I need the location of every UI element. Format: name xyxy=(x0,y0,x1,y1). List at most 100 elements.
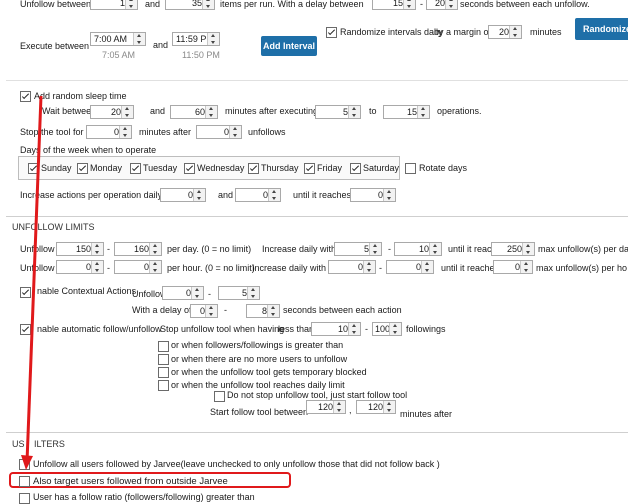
stepper-arrows-icon[interactable] xyxy=(383,189,395,201)
stepper-arrows-icon[interactable] xyxy=(429,243,441,255)
randomize-button[interactable]: Randomize N xyxy=(575,18,628,40)
per-day-max-stepper[interactable]: 160 xyxy=(114,242,162,256)
day-label-friday: Friday xyxy=(317,163,343,173)
minutes-after-label: minutes after xyxy=(139,127,192,137)
stepper-arrows-icon[interactable] xyxy=(91,261,103,273)
af-max-stepper[interactable]: 100 xyxy=(372,322,402,336)
stepper-arrows-icon[interactable] xyxy=(417,106,429,118)
ctx-delay-min-stepper[interactable]: 0 xyxy=(190,304,218,318)
stepper-arrows-icon[interactable] xyxy=(267,305,279,317)
stepper-arrows-icon[interactable] xyxy=(522,243,534,255)
stepper-arrows-icon[interactable] xyxy=(205,106,217,118)
unfollow-all-jarvee-checkbox[interactable] xyxy=(19,459,30,470)
af-min-stepper[interactable]: 10 xyxy=(311,322,361,336)
day-checkbox-sunday[interactable] xyxy=(28,163,39,174)
stepper-arrows-icon[interactable] xyxy=(421,261,433,273)
stepper-arrows-icon[interactable] xyxy=(363,261,375,273)
stepper-arrows-icon[interactable] xyxy=(445,0,457,9)
margin-stepper[interactable]: 20 xyxy=(488,25,522,39)
ctx-min-stepper[interactable]: 0 xyxy=(162,286,204,300)
stop-unfollows-stepper[interactable]: 0 xyxy=(196,125,242,139)
rotate-days-checkbox[interactable] xyxy=(405,163,416,174)
wait-max-stepper[interactable]: 60 xyxy=(170,105,218,119)
stepper-arrows-icon[interactable] xyxy=(383,401,395,413)
day-checkbox-friday[interactable] xyxy=(304,163,315,174)
contextual-actions-label: nable Contextual Actions xyxy=(37,286,137,296)
time-spinner-icon[interactable] xyxy=(133,33,145,45)
per-hour-inc-b-stepper[interactable]: 0 xyxy=(386,260,434,274)
stepper-arrows-icon[interactable] xyxy=(348,323,360,335)
auto-follow-unfollow-checkbox[interactable] xyxy=(20,324,31,335)
day-checkbox-monday[interactable] xyxy=(77,163,88,174)
increase-b-stepper[interactable]: 0 xyxy=(235,188,281,202)
add-interval-button[interactable]: Add Interval xyxy=(261,36,317,56)
day-checkbox-thursday[interactable] xyxy=(248,163,259,174)
stepper-arrows-icon[interactable] xyxy=(205,305,217,317)
until-reaches-label: until it reaches xyxy=(441,263,500,273)
dash-label: - xyxy=(365,324,368,334)
start-time-picker[interactable]: 7:00 AM xyxy=(90,32,146,46)
ops-min-stepper[interactable]: 5 xyxy=(315,105,361,119)
stepper-arrows-icon[interactable] xyxy=(191,287,203,299)
follow-ratio-checkbox[interactable] xyxy=(19,493,30,504)
per-day-inc-a-stepper[interactable]: 5 xyxy=(334,242,382,256)
stepper-arrows-icon[interactable] xyxy=(125,0,137,9)
start-follow-min-stepper[interactable]: 120 xyxy=(306,400,346,414)
opt-daily-limit-checkbox[interactable] xyxy=(158,380,169,391)
wait-min-stepper[interactable]: 20 xyxy=(90,105,134,119)
day-checkbox-tuesday[interactable] xyxy=(130,163,141,174)
opt-ratio-checkbox[interactable] xyxy=(158,341,169,352)
stepper-arrows-icon[interactable] xyxy=(193,189,205,201)
unfollow-min-stepper[interactable]: 1 xyxy=(90,0,138,10)
stepper-arrows-icon[interactable] xyxy=(509,26,521,38)
per-hour-max-stepper[interactable]: 0 xyxy=(114,260,162,274)
per-hour-max-total-stepper[interactable]: 0 xyxy=(493,260,533,274)
stepper-arrows-icon[interactable] xyxy=(520,261,532,273)
ctx-delay-max-stepper[interactable]: 8 xyxy=(246,304,280,318)
opt-blocked-checkbox[interactable] xyxy=(158,367,169,378)
stepper-arrows-icon[interactable] xyxy=(149,243,161,255)
increase-a-stepper[interactable]: 0 xyxy=(160,188,206,202)
stepper-arrows-icon[interactable] xyxy=(333,401,345,413)
opt-no-users-checkbox[interactable] xyxy=(158,354,169,365)
increase-c-stepper[interactable]: 0 xyxy=(350,188,396,202)
stepper-arrows-icon[interactable] xyxy=(268,189,280,201)
random-sleep-checkbox[interactable] xyxy=(20,91,31,102)
stepper-arrows-icon[interactable] xyxy=(149,261,161,273)
stepper-arrows-icon[interactable] xyxy=(247,287,259,299)
contextual-actions-checkbox[interactable] xyxy=(20,287,31,298)
ctx-max-stepper[interactable]: 5 xyxy=(218,286,260,300)
day-checkbox-wednesday[interactable] xyxy=(184,163,195,174)
stepper-arrows-icon[interactable] xyxy=(119,126,131,138)
per-day-min-stepper[interactable]: 150 xyxy=(56,242,104,256)
unfollow-limits-title: UNFOLLOW LIMITS xyxy=(12,222,95,232)
unfollow-max-stepper[interactable]: 35 xyxy=(165,0,215,10)
wait-between-label: Wait between xyxy=(42,106,97,116)
stepper-arrows-icon[interactable] xyxy=(403,0,415,9)
delay-max-stepper[interactable]: 20 xyxy=(426,0,458,10)
per-day-inc-b-stepper[interactable]: 10 xyxy=(394,242,442,256)
randomize-intervals-checkbox[interactable] xyxy=(326,27,337,38)
stepper-arrows-icon[interactable] xyxy=(389,323,401,335)
start-follow-max-stepper[interactable]: 120 xyxy=(356,400,396,414)
stepper-arrows-icon[interactable] xyxy=(229,126,241,138)
per-hour-min-stepper[interactable]: 0 xyxy=(56,260,104,274)
stepper-arrows-icon[interactable] xyxy=(369,243,381,255)
stepper-arrows-icon[interactable] xyxy=(348,106,360,118)
stop-minutes-stepper[interactable]: 0 xyxy=(86,125,132,139)
time-spinner-icon[interactable] xyxy=(207,33,219,45)
per-hour-inc-a-stepper[interactable]: 0 xyxy=(328,260,376,274)
per-day-max-total-stepper[interactable]: 250 xyxy=(491,242,535,256)
stepper-arrows-icon[interactable] xyxy=(91,243,103,255)
delay-min-stepper[interactable]: 15 xyxy=(372,0,416,10)
end-time-picker[interactable]: 11:59 PM xyxy=(172,32,220,46)
stepper-arrows-icon[interactable] xyxy=(202,0,214,9)
ops-max-stepper[interactable]: 15 xyxy=(383,105,430,119)
seconds-between-label: seconds between each unfollow. xyxy=(460,0,590,9)
stepper-arrows-icon[interactable] xyxy=(121,106,133,118)
opt-do-not-stop-checkbox[interactable] xyxy=(214,391,225,402)
target-outside-jarvee-checkbox[interactable] xyxy=(19,476,30,487)
day-label-saturday: Saturday xyxy=(363,163,400,173)
increase-daily-label: Increase daily with xyxy=(252,263,327,273)
day-checkbox-saturday[interactable] xyxy=(350,163,361,174)
